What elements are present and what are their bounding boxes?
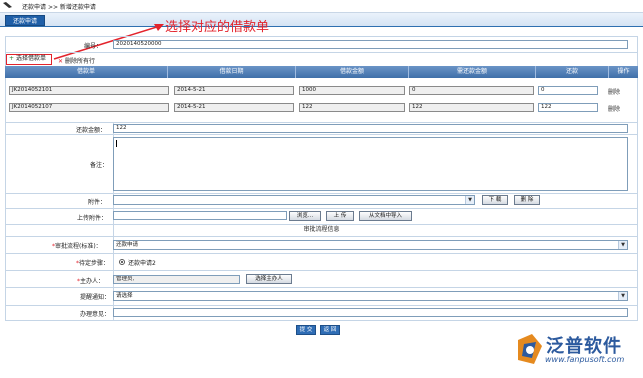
download-button[interactable]: 下 载 — [482, 195, 508, 205]
approval-flow-value: 还款申请 — [116, 242, 139, 248]
breadcrumb-item-new: 新增还款申请 — [59, 4, 96, 11]
approval-section-title: 审批流程信息 — [303, 226, 340, 233]
grid-line — [5, 305, 638, 306]
upload-file-input[interactable] — [113, 211, 287, 220]
column-header-amount: 借款金额 — [296, 66, 409, 78]
loan-date-cell: 2014-5-21 — [174, 86, 294, 95]
select-loan-label: 选择借款单 — [15, 55, 46, 62]
grid-line — [637, 36, 638, 320]
loan-date-cell: 2014-5-21 — [174, 103, 294, 112]
approval-flow-label-text: 审批流程(标准)： — [55, 243, 102, 250]
grid-line — [5, 122, 638, 123]
upload-button[interactable]: 上 传 — [326, 211, 354, 221]
chevron-down-icon: ▼ — [465, 196, 474, 204]
grid-line — [5, 236, 638, 237]
column-header-action: 操作 — [617, 68, 630, 75]
delete-attachment-button[interactable]: 删 除 — [514, 195, 540, 205]
approval-flow-select[interactable]: 还款申请 ▼ — [113, 240, 628, 250]
reminder-select[interactable]: 请选择 ▼ — [113, 291, 628, 301]
annotation-text: 选择对应的借款单 — [165, 20, 270, 35]
number-label: 编号： — [84, 43, 103, 50]
due-amount-cell: 0 — [409, 86, 534, 95]
due-amount-cell: 122 — [409, 103, 534, 112]
column-header-loan: 借款单 — [5, 66, 168, 78]
total-repay-label: 还款金额： — [76, 127, 107, 134]
column-header-repay: 还款 — [536, 66, 609, 78]
breadcrumb: 还款申请 >> 新增还款申请 — [22, 2, 96, 11]
column-header-date: 借款日期 — [168, 66, 296, 78]
delete-all-rows-button[interactable]: ✕ 删除所有行 — [58, 56, 95, 65]
attachment-select[interactable]: ▼ — [113, 195, 475, 205]
opinion-label: 办理意见： — [80, 311, 111, 318]
tab-repay-request[interactable]: 还款申请 — [5, 15, 45, 26]
top-bar: 还款申请 >> 新增还款申请 — [0, 0, 643, 13]
grid-line — [5, 320, 638, 321]
total-repay-input[interactable]: 122 — [113, 124, 628, 133]
text-cursor — [116, 140, 117, 147]
handler-label-text: 主办人： — [80, 278, 105, 285]
loan-number-cell: JK2014052107 — [9, 103, 169, 112]
reminder-value: 请选择 — [116, 293, 133, 299]
loan-amount-cell: 122 — [299, 103, 405, 112]
browse-button[interactable]: 浏览... — [289, 211, 321, 221]
select-loan-button[interactable]: + 选择借款单 — [6, 54, 52, 65]
row-delete-link[interactable]: 删除 — [608, 87, 620, 96]
grid-line — [5, 208, 638, 209]
step-value: 还款申请2 — [128, 260, 156, 267]
loan-number-cell: JK2014052101 — [9, 86, 169, 95]
number-input[interactable]: 2020140520000 — [113, 40, 628, 49]
grid-line — [5, 36, 6, 320]
repay-amount-input[interactable]: 0 — [538, 86, 598, 95]
loan-table-header: 借款单 借款日期 借款金额 需还款金额 还款 操作 — [5, 66, 638, 78]
column-header-due: 需还款金额 — [409, 66, 536, 78]
grid-line — [5, 270, 638, 271]
row-delete-link[interactable]: 删除 — [608, 104, 620, 113]
brand-url: www.fanpusoft.com — [545, 355, 625, 364]
upload-label: 上传附件： — [77, 215, 108, 222]
grid-line — [5, 287, 638, 288]
delete-all-rows-label: 删除所有行 — [64, 58, 95, 65]
repay-amount-input[interactable]: 122 — [538, 103, 598, 112]
step-label: *待定步骤： — [76, 258, 109, 267]
chevron-down-icon: ▼ — [618, 292, 627, 300]
breadcrumb-item-repay[interactable]: 还款申请 — [22, 4, 46, 11]
grid-line — [5, 253, 638, 254]
grid-line — [5, 134, 638, 135]
grid-line — [5, 36, 638, 37]
import-from-doc-button[interactable]: 从文档中导入 — [359, 211, 412, 221]
remark-label: 备注： — [90, 162, 109, 169]
reminder-label: 提醒通知： — [80, 294, 111, 301]
breadcrumb-separator: >> — [47, 4, 58, 11]
select-handler-button[interactable]: 选择主办人 — [246, 274, 292, 284]
remark-textarea[interactable] — [113, 137, 628, 191]
submit-button[interactable]: 提 交 — [296, 325, 316, 335]
handler-input[interactable]: 管理员, — [113, 275, 240, 284]
handler-label: *主办人： — [77, 276, 104, 285]
pin-icon — [3, 2, 12, 8]
plus-icon: + — [9, 55, 15, 62]
delete-icon: ✕ — [58, 58, 64, 65]
loan-amount-cell: 1000 — [299, 86, 405, 95]
back-button[interactable]: 返 回 — [320, 325, 340, 335]
chevron-down-icon: ▼ — [618, 241, 627, 249]
approval-flow-label: *审批流程(标准)： — [52, 241, 102, 250]
grid-line — [5, 193, 638, 194]
step-label-text: 待定步骤： — [79, 260, 110, 267]
opinion-input[interactable] — [113, 308, 628, 317]
grid-line — [5, 52, 638, 53]
step-radio[interactable] — [119, 259, 125, 265]
attachment-label: 附件： — [88, 199, 107, 206]
